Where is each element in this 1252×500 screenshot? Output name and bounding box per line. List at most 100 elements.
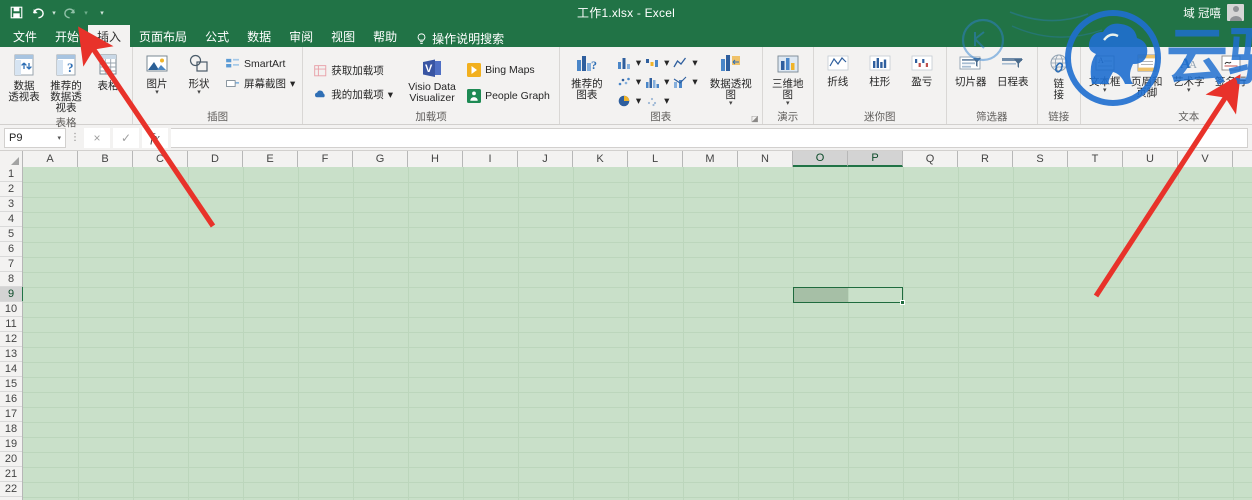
row-header-18[interactable]: 18 xyxy=(0,422,22,437)
row-header-6[interactable]: 6 xyxy=(0,242,22,257)
sparkline-line-button[interactable]: 折线 xyxy=(818,51,858,90)
charts-dialog-launcher[interactable]: ◪ xyxy=(751,114,759,123)
column-chart-button[interactable]: ▾ xyxy=(615,54,642,71)
grid-cells[interactable] xyxy=(23,167,1252,500)
pivot-chart-dropdown-icon[interactable]: ▾ xyxy=(729,100,733,107)
insert-function-button[interactable]: fx xyxy=(142,127,168,148)
row-header-13[interactable]: 13 xyxy=(0,347,22,362)
row-header-10[interactable]: 10 xyxy=(0,302,22,317)
row-header-12[interactable]: 12 xyxy=(0,332,22,347)
row-header-3[interactable]: 3 xyxy=(0,197,22,212)
redo-icon[interactable] xyxy=(60,3,80,23)
column-header-k[interactable]: K xyxy=(573,151,628,167)
combo-chart-button[interactable]: ▾ xyxy=(671,73,698,90)
picture-dropdown-icon[interactable]: ▾ xyxy=(155,89,159,96)
row-header-14[interactable]: 14 xyxy=(0,362,22,377)
screenshot-button[interactable]: 屏幕截图 ▾ xyxy=(223,75,298,92)
wordart-button[interactable]: A A 艺术字 ▾ xyxy=(1169,51,1209,96)
bar-chart-button[interactable]: ▾ xyxy=(643,73,670,90)
tell-me-search[interactable]: 操作说明搜索 xyxy=(406,30,514,47)
column-header-d[interactable]: D xyxy=(188,151,243,167)
textbox-dropdown-icon[interactable]: ▾ xyxy=(1103,87,1107,94)
tab-data[interactable]: 数据 xyxy=(238,25,280,47)
waterfall-chart-button[interactable]: ▾ xyxy=(643,54,670,71)
row-header-7[interactable]: 7 xyxy=(0,257,22,272)
column-header-w[interactable]: W xyxy=(1233,151,1252,167)
column-header-f[interactable]: F xyxy=(298,151,353,167)
line-chart-button[interactable]: ▾ xyxy=(671,54,698,71)
slicer-button[interactable]: 切片器 xyxy=(951,51,991,90)
column-header-m[interactable]: M xyxy=(683,151,738,167)
column-header-l[interactable]: L xyxy=(628,151,683,167)
tab-home[interactable]: 开始 xyxy=(46,25,88,47)
people-graph-button[interactable]: People Graph xyxy=(464,87,553,104)
avatar[interactable] xyxy=(1227,4,1244,21)
column-header-q[interactable]: Q xyxy=(903,151,958,167)
sparkline-column-button[interactable]: 柱形 xyxy=(860,51,900,90)
shapes-button[interactable]: 形状 ▾ xyxy=(179,51,219,98)
get-addins-button[interactable]: 获取加载项 xyxy=(311,62,396,79)
fill-handle[interactable] xyxy=(900,300,905,305)
table-button[interactable]: 表格 xyxy=(88,51,128,94)
3d-map-dropdown-icon[interactable]: ▾ xyxy=(786,100,790,107)
name-box-dropdown-icon[interactable]: ▾ xyxy=(57,134,61,142)
picture-button[interactable]: 图片 ▾ xyxy=(137,51,177,98)
pie-chart-button[interactable]: ▾ xyxy=(615,92,642,109)
selection-range[interactable] xyxy=(793,287,903,303)
link-button[interactable]: 链 接 xyxy=(1042,51,1076,103)
name-box[interactable]: P9 ▾ xyxy=(4,127,66,148)
row-header-4[interactable]: 4 xyxy=(0,212,22,227)
column-header-c[interactable]: C xyxy=(133,151,188,167)
column-header-s[interactable]: S xyxy=(1013,151,1068,167)
wordart-dropdown-icon[interactable]: ▾ xyxy=(1187,87,1191,94)
redo-dropdown-icon[interactable]: ▾ xyxy=(82,9,90,17)
column-header-v[interactable]: V xyxy=(1178,151,1233,167)
my-addins-button[interactable]: 我的加载项 ▾ xyxy=(311,86,396,103)
recommended-pivot-button[interactable]: ? 推荐的 数据透视表 xyxy=(46,51,86,116)
tab-file[interactable]: 文件 xyxy=(4,25,46,47)
column-header-a[interactable]: A xyxy=(23,151,78,167)
row-header-16[interactable]: 16 xyxy=(0,392,22,407)
line-chart-dropdown-icon[interactable]: ▾ xyxy=(692,57,697,69)
pivot-table-button[interactable]: 数据 透视表 xyxy=(4,51,44,105)
tab-view[interactable]: 视图 xyxy=(322,25,364,47)
my-addins-dropdown-icon[interactable]: ▾ xyxy=(388,89,393,101)
row-headers[interactable]: 1 2 3 4 5 6 7 8 9 10 11 12 13 14 15 16 17 18 19 20 21 22 xyxy=(0,167,24,500)
row-header-8[interactable]: 8 xyxy=(0,272,22,287)
column-header-b[interactable]: B xyxy=(78,151,133,167)
column-header-r[interactable]: R xyxy=(958,151,1013,167)
select-all-corner[interactable] xyxy=(0,151,23,167)
formula-input[interactable] xyxy=(171,127,1248,148)
row-header-20[interactable]: 20 xyxy=(0,452,22,467)
row-header-11[interactable]: 11 xyxy=(0,317,22,332)
column-header-i[interactable]: I xyxy=(463,151,518,167)
confirm-entry-button[interactable]: ✓ xyxy=(113,127,139,148)
column-header-u[interactable]: U xyxy=(1123,151,1178,167)
tab-insert[interactable]: 插入 xyxy=(88,25,131,47)
save-icon[interactable] xyxy=(6,3,26,23)
bar-chart-dropdown-icon[interactable]: ▾ xyxy=(664,76,669,88)
visio-data-visualizer-button[interactable]: V Visio Data Visualizer xyxy=(404,56,460,106)
screenshot-dropdown-icon[interactable]: ▾ xyxy=(290,78,295,90)
column-header-o[interactable]: O xyxy=(793,151,848,167)
row-header-19[interactable]: 19 xyxy=(0,437,22,452)
textbox-button[interactable]: A 文本框 ▾ xyxy=(1085,51,1125,96)
column-chart-dropdown-icon[interactable]: ▾ xyxy=(636,57,641,69)
header-footer-button[interactable]: 页眉和页脚 xyxy=(1127,51,1167,101)
row-header-15[interactable]: 15 xyxy=(0,377,22,392)
quick-access-toolbar[interactable]: ▾ ▾ ▾ xyxy=(0,3,106,23)
column-header-p[interactable]: P xyxy=(848,151,903,167)
tab-help[interactable]: 帮助 xyxy=(364,25,406,47)
map-chart-dropdown-icon[interactable]: ▾ xyxy=(664,95,669,107)
column-header-e[interactable]: E xyxy=(243,151,298,167)
formula-bar-grip[interactable]: ⋮ xyxy=(69,132,81,143)
row-header-2[interactable]: 2 xyxy=(0,182,22,197)
row-header-17[interactable]: 17 xyxy=(0,407,22,422)
smartart-button[interactable]: SmartArt xyxy=(223,55,298,72)
pie-chart-dropdown-icon[interactable]: ▾ xyxy=(636,95,641,107)
timeline-button[interactable]: 日程表 xyxy=(993,51,1033,90)
sparkline-winloss-button[interactable]: 盈亏 xyxy=(902,51,942,90)
row-header-9[interactable]: 9 xyxy=(0,287,24,302)
recommended-charts-button[interactable]: ? 推荐的 图表 xyxy=(564,51,610,103)
signature-line-button[interactable]: 签名行 ▾ xyxy=(1211,51,1251,96)
